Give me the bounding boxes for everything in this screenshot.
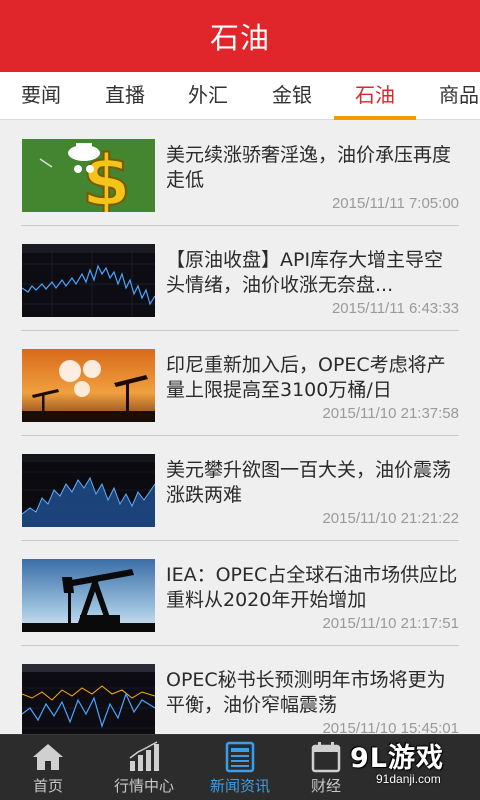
tab-underline [334, 116, 416, 120]
tab-label: 直播 [105, 83, 145, 107]
news-headline: 美元续涨骄奢淫逸，油价承压再度走低 [166, 144, 452, 191]
news-timestamp: 2015/11/10 21:37:58 [322, 405, 459, 422]
nav-home[interactable]: 首页 [2, 735, 94, 800]
tab-label: 金银 [272, 83, 312, 107]
watermark-logo: 9L游戏 91danji.com [346, 736, 472, 796]
bar-chart-icon [129, 741, 159, 771]
news-item[interactable]: 【原油收盘】API库存大增主导空头情绪，油价收涨无奈盘... 2015/11/1… [0, 226, 480, 331]
news-timestamp: 2015/11/11 6:43:33 [331, 300, 459, 317]
watermark-url: 91danji.com [376, 772, 441, 786]
price-chart-thumbnail [22, 664, 155, 735]
tab-gold-silver[interactable]: 金银 [257, 72, 327, 120]
opec-pumpjack-thumbnail [22, 349, 155, 422]
tab-oil[interactable]: 石油 [334, 72, 416, 120]
nav-label: 新闻资讯 [209, 777, 270, 795]
calendar-icon [311, 742, 341, 773]
newspaper-icon [225, 741, 255, 773]
news-headline: OPEC秘书长预测明年市场将更为平衡，油价窄幅震荡 [166, 669, 446, 716]
news-item[interactable]: 美元攀升欲图一百大关，油价震荡涨跌两难 2015/11/10 21:21:22 [0, 436, 480, 541]
news-headline: 【原油收盘】API库存大增主导空头情绪，油价收涨无奈盘... [166, 249, 444, 296]
bottom-nav: 首页 行情中心 新闻资讯 财经 9L游戏 91danji.com [0, 734, 480, 800]
news-headline: IEA：OPEC占全球石油市场供应比重料从2020年开始增加 [166, 564, 458, 611]
tab-forex[interactable]: 外汇 [173, 72, 243, 120]
news-item[interactable]: 印尼重新加入后，OPEC考虑将产量上限提高至3100万桶/日 2015/11/1… [0, 331, 480, 436]
nav-label: 行情中心 [113, 777, 174, 795]
price-chart-thumbnail [22, 244, 155, 317]
news-item[interactable]: OPEC秘书长预测明年市场将更为平衡，油价窄幅震荡 2015/11/10 15:… [0, 646, 480, 735]
dollar-cartoon-thumbnail: $ [22, 139, 155, 212]
news-item[interactable]: IEA：OPEC占全球石油市场供应比重料从2020年开始增加 2015/11/1… [0, 541, 480, 646]
tab-headlines[interactable]: 要闻 [6, 72, 76, 120]
page-title: 石油 [209, 21, 270, 55]
news-item[interactable]: $ 美元续涨骄奢淫逸，油价承压再度走低 2015/11/11 7:05:00 [0, 121, 480, 226]
news-list[interactable]: $ 美元续涨骄奢淫逸，油价承压再度走低 2015/11/11 7:05:00 【… [0, 121, 480, 735]
news-timestamp: 2015/11/11 7:05:00 [331, 195, 459, 212]
pumpjack-thumbnail [22, 559, 155, 632]
tab-live[interactable]: 直播 [90, 72, 160, 120]
news-headline: 印尼重新加入后，OPEC考虑将产量上限提高至3100万桶/日 [166, 354, 446, 401]
home-icon [33, 744, 63, 770]
news-timestamp: 2015/11/10 15:45:01 [322, 720, 459, 735]
news-timestamp: 2015/11/10 21:21:22 [322, 510, 459, 527]
watermark-text: 9L游戏 [350, 743, 444, 774]
tab-label: 石油 [355, 83, 395, 107]
nav-news[interactable]: 新闻资讯 [194, 735, 286, 800]
category-tabs: 要闻 直播 外汇 金银 石油 商品 [0, 72, 480, 120]
title-bar: 石油 [0, 0, 480, 72]
tab-label: 要闻 [21, 83, 61, 107]
tab-label: 商品 [439, 83, 479, 107]
tab-commodities[interactable]: 商品 [424, 72, 480, 120]
news-timestamp: 2015/11/10 21:17:51 [322, 615, 459, 632]
price-chart-thumbnail [22, 454, 155, 527]
tab-label: 外汇 [188, 83, 228, 107]
news-headline: 美元攀升欲图一百大关，油价震荡涨跌两难 [166, 459, 452, 506]
nav-label: 首页 [32, 777, 63, 795]
nav-market-center[interactable]: 行情中心 [98, 735, 190, 800]
